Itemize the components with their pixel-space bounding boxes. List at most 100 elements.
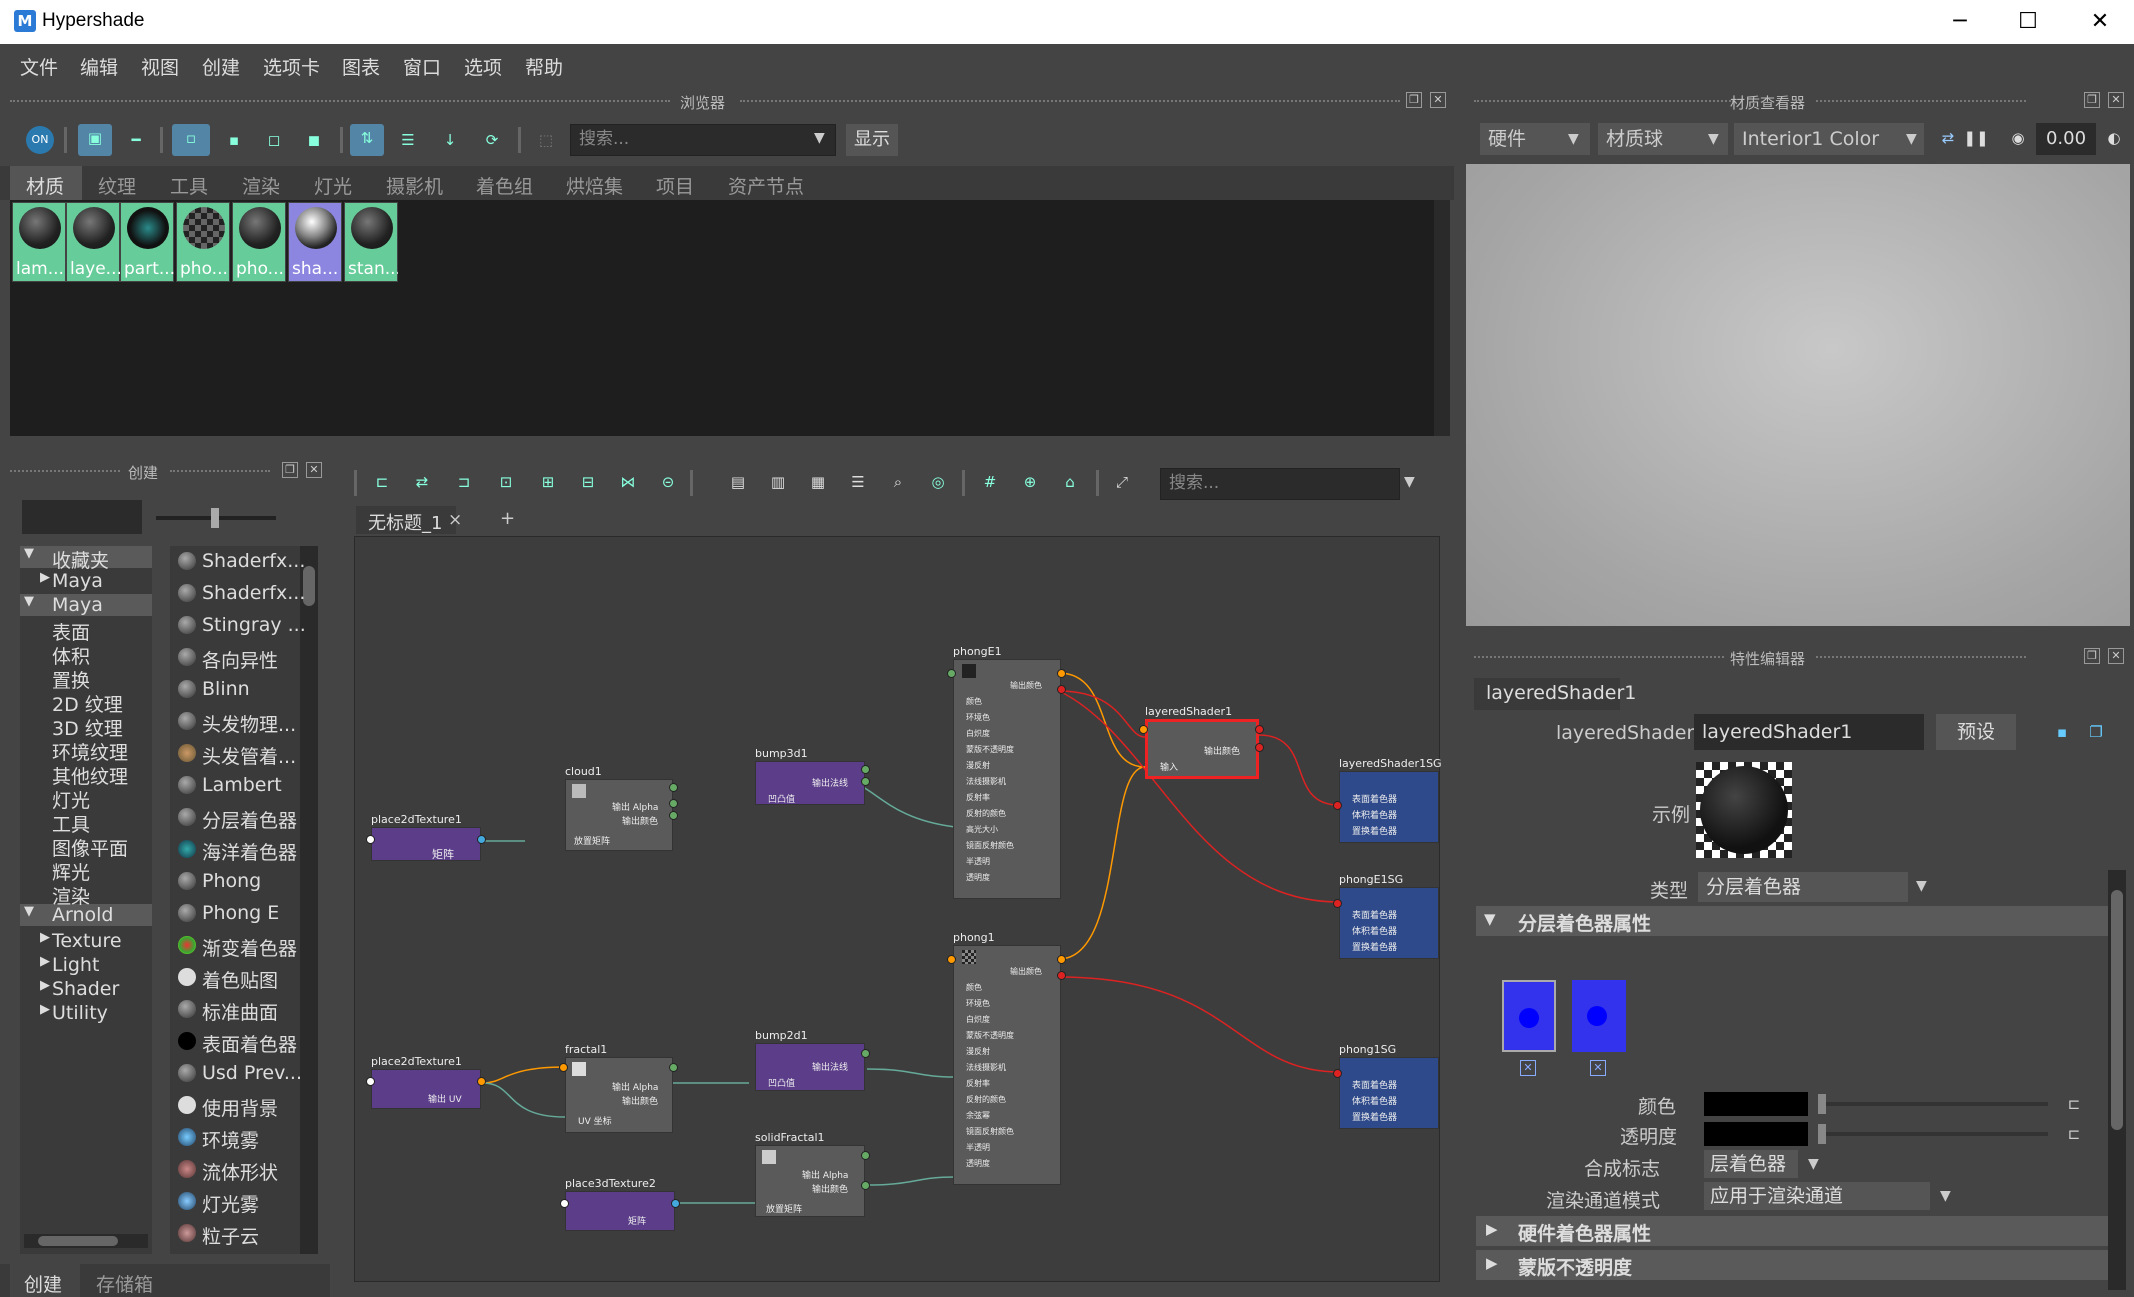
float-icon[interactable]: ❐	[282, 462, 298, 478]
snap-icon[interactable]: ⊕	[1016, 468, 1044, 496]
node-env-fog[interactable]: 环境雾	[202, 1126, 259, 1153]
node-name-field[interactable]: layeredShader1	[1694, 714, 1924, 750]
graph-node-cloud1[interactable]: 输出 Alpha 输出颜色 放置矩阵	[565, 779, 673, 851]
show-button[interactable]: 显示	[846, 124, 898, 156]
material-preview[interactable]	[1466, 164, 2130, 626]
swatch-scrollbar[interactable]	[1434, 200, 1450, 436]
menu-create[interactable]: 创建	[202, 53, 240, 80]
sort-time-icon[interactable]: ↓	[436, 126, 464, 154]
tab-materials[interactable]: 材质	[26, 172, 64, 199]
node-standard-surface[interactable]: 标准曲面	[202, 998, 278, 1025]
layer-swatch-1[interactable]	[1502, 980, 1556, 1052]
tab-create[interactable]: 创建	[24, 1270, 62, 1297]
menu-file[interactable]: 文件	[20, 53, 58, 80]
float-icon[interactable]: ❐	[1406, 92, 1422, 108]
node-anisotropic[interactable]: 各向异性	[202, 646, 278, 673]
node-ocean-shader[interactable]: 海洋着色器	[202, 838, 297, 865]
show-input-icon[interactable]: ❐	[2082, 718, 2110, 746]
node-hair-physical[interactable]: 头发物理...	[202, 710, 296, 737]
graph-node-phonge1sg[interactable]: 表面着色器 体积着色器 置换着色器	[1339, 887, 1439, 959]
tab-bake-sets[interactable]: 烘焙集	[566, 172, 623, 199]
graph-node-bump3d1[interactable]: 输出法线 凹凸值	[755, 761, 865, 805]
menu-view[interactable]: 视图	[141, 53, 179, 80]
swatch-standard[interactable]: stan...	[344, 202, 398, 282]
medium-swatch-icon[interactable]: ▪	[220, 126, 248, 154]
transparency-map-icon[interactable]: ⊏	[2060, 1120, 2088, 1148]
tab-cameras[interactable]: 摄影机	[386, 172, 443, 199]
graph-node-fractal1[interactable]: 输出 Alpha 输出颜色 UV 坐标	[565, 1057, 673, 1133]
swatch-particle[interactable]: part...	[120, 202, 174, 282]
node-stingray[interactable]: Stingray ...	[202, 614, 306, 636]
node-usd-preview[interactable]: Usd Prev...	[202, 1062, 302, 1084]
full-mode-icon[interactable]: ▦	[804, 468, 832, 496]
menu-window[interactable]: 窗口	[403, 53, 441, 80]
graph-node-phonge1[interactable]: 输出颜色 颜色 环境色 白炽度 蒙版不透明度 漫反射 法线摄影机 反射率 反射的…	[953, 659, 1061, 899]
menu-help[interactable]: 帮助	[525, 53, 563, 80]
minimize-button[interactable]: ─	[1940, 8, 1980, 36]
xlarge-swatch-icon[interactable]: ◼	[300, 126, 328, 154]
list-view-icon[interactable]: ━	[122, 126, 150, 154]
clear-graph-icon[interactable]: ⊝	[654, 468, 682, 496]
layer-swatch-2[interactable]	[1572, 980, 1626, 1052]
tab-bins[interactable]: 存储箱	[96, 1270, 153, 1297]
node-hair-tube[interactable]: 头发管着...	[202, 742, 296, 769]
search-dropdown-icon[interactable]: ▼	[814, 130, 825, 146]
render-icon[interactable]: ⇄	[1934, 124, 1962, 152]
tab-utilities[interactable]: 工具	[170, 172, 208, 199]
camera-icon[interactable]: ⌂	[1056, 468, 1084, 496]
attribute-scrollbar[interactable]	[2108, 870, 2126, 1290]
node-list-scrollbar[interactable]	[300, 546, 318, 1254]
node-blinn[interactable]: Blinn	[202, 678, 250, 700]
input-connections-icon[interactable]: ⊏	[368, 468, 396, 496]
node-graph-canvas[interactable]: place2dTexture1 矩阵 cloud1 输出 Alpha 输出颜色 …	[354, 536, 1442, 1282]
render-pass-select[interactable]: 应用于渲染通道	[1704, 1182, 1930, 1210]
tab-asset-nodes[interactable]: 资产节点	[728, 172, 804, 199]
output-connections-icon[interactable]: ⊐	[450, 468, 478, 496]
graph-node-layeredshader1sg[interactable]: 表面着色器 体积着色器 置换着色器	[1339, 771, 1439, 843]
node-shaderfx2[interactable]: Shaderfx...	[202, 582, 305, 604]
small-swatch-icon[interactable]: ▫	[172, 124, 210, 156]
custom-mode-icon[interactable]: ☰	[844, 468, 872, 496]
on-toggle-icon[interactable]: ON	[26, 126, 54, 154]
node-light-fog[interactable]: 灯光雾	[202, 1190, 259, 1217]
tab-close-icon[interactable]: ×	[448, 510, 462, 530]
frame-icon[interactable]: ⬚	[532, 126, 560, 154]
maximize-button[interactable]: ☐	[2008, 8, 2048, 36]
create-filter-input[interactable]	[22, 500, 142, 534]
node-layered-shader[interactable]: 分层着色器	[202, 806, 297, 833]
shape-dropdown-icon[interactable]: ▼	[1708, 131, 1719, 147]
float-icon[interactable]: ❐	[2084, 92, 2100, 108]
gamma-icon[interactable]: ◐	[2100, 124, 2128, 152]
section-hardware-shader[interactable]: ▶ 硬件着色器属性	[1476, 1216, 2108, 1246]
swatch-layered[interactable]: laye...	[66, 202, 120, 282]
refresh-icon[interactable]: ⟳	[478, 126, 506, 154]
slider-handle[interactable]	[211, 508, 219, 528]
graph-tab[interactable]: 无标题_1 ×	[356, 506, 462, 534]
large-swatch-icon[interactable]: ◻	[260, 126, 288, 154]
connected-mode-icon[interactable]: ▥	[764, 468, 792, 496]
pause-icon[interactable]: ❚❚	[1962, 124, 1990, 152]
tab-rendering[interactable]: 渲染	[242, 172, 280, 199]
swatch-phong1[interactable]: pho...	[176, 202, 230, 282]
graph-node-solidfractal1[interactable]: 输出 Alpha 输出颜色 放置矩阵	[755, 1145, 865, 1217]
environment-dropdown-icon[interactable]: ▼	[1906, 131, 1917, 147]
menu-graph[interactable]: 图表	[342, 53, 380, 80]
close-panel-icon[interactable]: ✕	[2108, 92, 2124, 108]
remove-layer-1-icon[interactable]: ✕	[1520, 1060, 1536, 1076]
graph-node-bump2d1[interactable]: 输出法线 凹凸值	[755, 1043, 865, 1091]
tab-projects[interactable]: 项目	[656, 172, 694, 199]
color-map-icon[interactable]: ⊏	[2060, 1090, 2088, 1118]
section-matte-opacity[interactable]: ▶ 蒙版不透明度	[1476, 1250, 2108, 1280]
float-icon[interactable]: ❐	[2084, 648, 2100, 664]
close-button[interactable]: ✕	[2080, 8, 2120, 36]
close-panel-icon[interactable]: ✕	[2108, 648, 2124, 664]
sort-name-icon[interactable]: ⇅	[350, 124, 384, 156]
renderer-dropdown-icon[interactable]: ▼	[1568, 131, 1579, 147]
remove-selected-icon[interactable]: ⊟	[574, 468, 602, 496]
close-panel-icon[interactable]: ✕	[306, 462, 322, 478]
node-phong[interactable]: Phong	[202, 870, 261, 892]
menu-edit[interactable]: 编辑	[80, 53, 118, 80]
swatch-shader[interactable]: sha...	[288, 202, 342, 282]
tab-shading-groups[interactable]: 着色组	[476, 172, 533, 199]
graph-node-place3dtexture2[interactable]: 矩阵	[565, 1191, 675, 1231]
